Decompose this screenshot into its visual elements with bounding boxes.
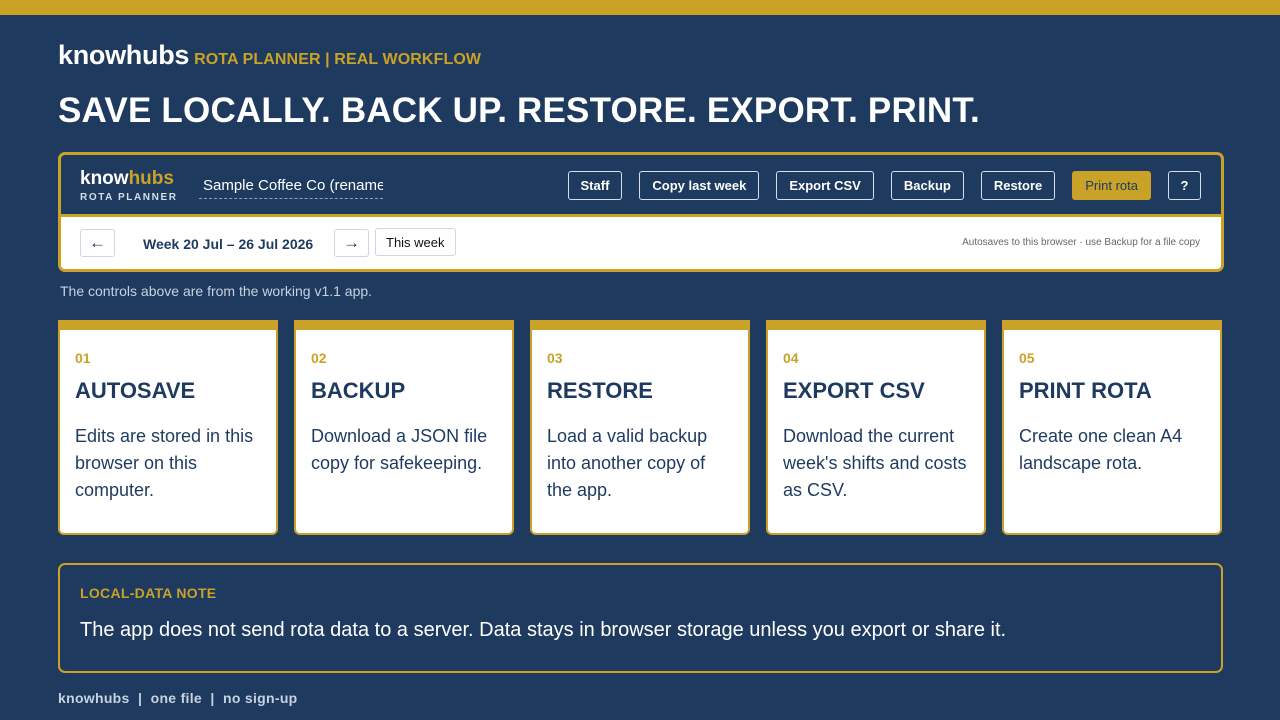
card-title: EXPORT CSV	[783, 378, 925, 403]
feature-card-autosave: 01 AUTOSAVE Edits are stored in this bro…	[58, 320, 278, 535]
app-caption: The controls above are from the working …	[60, 283, 373, 299]
card-description: Create one clean A4 landscape rota.	[1019, 426, 1183, 473]
app-logo-part1: know	[80, 168, 129, 189]
card-description: Download a JSON file copy for safekeepin…	[311, 426, 488, 473]
feature-card-print-rota: 05 PRINT ROTA Create one clean A4 landsc…	[1002, 320, 1222, 535]
app-logo-part2: hubs	[128, 168, 174, 189]
app-logo: knowhubs ROTA PLANNER	[80, 168, 178, 204]
arrow-left-icon: ←	[89, 233, 106, 252]
app-logo-subtitle: ROTA PLANNER	[80, 192, 178, 203]
card-number: 05	[1019, 350, 1035, 366]
backup-button[interactable]: Backup	[890, 171, 964, 200]
footer: knowhubs | one file | no sign-up	[58, 690, 298, 706]
feature-card-backup: 02 BACKUP Download a JSON file copy for …	[294, 320, 514, 535]
card-title: AUTOSAVE	[75, 378, 196, 403]
business-name-field[interactable]: Sample Coffee Co (rename	[199, 175, 383, 199]
feature-card-export-csv: 04 EXPORT CSV Download the current week'…	[766, 320, 986, 535]
week-label: Week 20 Jul – 26 Jul 2026	[143, 236, 314, 252]
card-title: PRINT ROTA	[1019, 378, 1152, 403]
card-description: Edits are stored in this browser on this…	[75, 426, 254, 500]
card-description: Download the current week's shifts and c…	[783, 426, 967, 500]
note-text: The app does not send rota data to a ser…	[80, 619, 1007, 641]
export-csv-button[interactable]: Export CSV	[776, 171, 874, 200]
restore-button[interactable]: Restore	[980, 171, 1056, 200]
staff-button[interactable]: Staff	[567, 171, 623, 200]
autosave-note: Autosaves to this browser · use Backup f…	[962, 237, 1200, 248]
week-navigation: ← Week 20 Jul – 26 Jul 2026 → This week …	[61, 217, 1221, 269]
card-number: 04	[783, 350, 799, 366]
page-title: SAVE LOCALLY. BACK UP. RESTORE. EXPORT. …	[58, 91, 980, 130]
tagline: ROTA PLANNER | REAL WORKFLOW	[194, 51, 482, 68]
this-week-button[interactable]: This week	[375, 228, 456, 256]
card-number: 03	[547, 350, 563, 366]
note-label: LOCAL-DATA NOTE	[80, 585, 217, 601]
next-week-button[interactable]: →	[334, 229, 369, 257]
page-header: knowhubs ROTA PLANNER | REAL WORKFLOW	[58, 40, 481, 71]
toolbar-buttons: Staff Copy last week Export CSV Backup R…	[567, 171, 1218, 200]
card-title: RESTORE	[547, 378, 653, 403]
card-number: 01	[75, 350, 91, 366]
arrow-right-icon: →	[343, 233, 360, 252]
feature-card-restore: 03 RESTORE Load a valid backup into anot…	[530, 320, 750, 535]
copy-last-week-button[interactable]: Copy last week	[639, 171, 760, 200]
print-rota-button[interactable]: Print rota	[1072, 171, 1151, 200]
card-description: Load a valid backup into another copy of…	[547, 426, 708, 500]
top-accent-stripe	[0, 0, 1280, 15]
local-data-note: LOCAL-DATA NOTE The app does not send ro…	[58, 563, 1223, 673]
help-button[interactable]: ?	[1168, 171, 1201, 200]
card-title: BACKUP	[311, 378, 406, 403]
brand-logo: knowhubs	[58, 40, 190, 70]
card-number: 02	[311, 350, 327, 366]
app-toolbar: knowhubs ROTA PLANNER Sample Coffee Co (…	[61, 155, 1221, 217]
app-preview: knowhubs ROTA PLANNER Sample Coffee Co (…	[58, 152, 1224, 272]
prev-week-button[interactable]: ←	[80, 229, 115, 257]
